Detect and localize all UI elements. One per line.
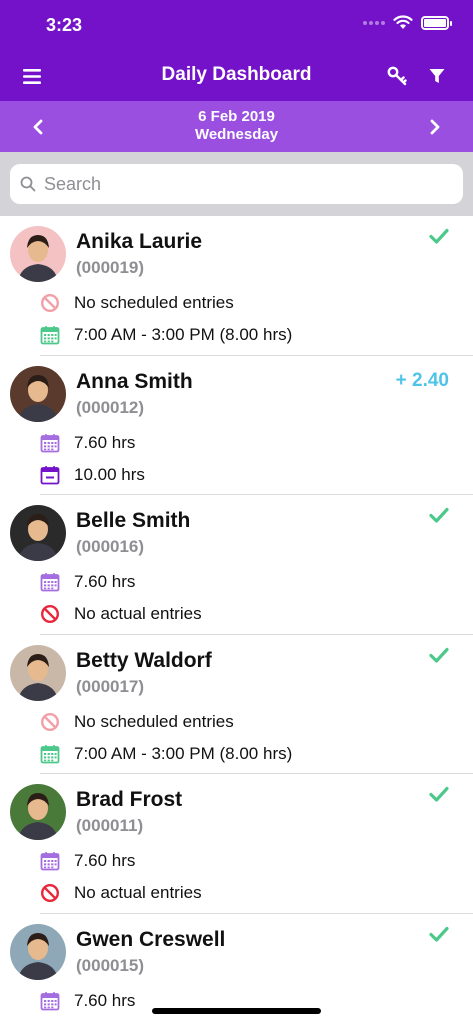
avatar [10,226,66,282]
employee-name: Gwen Creswell [76,927,226,951]
avatar [10,365,66,422]
entry-text: No actual entries [74,604,202,623]
entry-line: 7:00 AM - 3:00 PM (8.00 hrs) [40,324,292,346]
chevron-right-icon [430,119,440,135]
employee-id: (000015) [76,955,145,975]
entry-line: 7.60 hrs [40,432,135,454]
employee-id: (000012) [76,397,145,417]
avatar [10,784,66,840]
calendar-dark-purple-icon [40,465,60,485]
entry-text: No scheduled entries [74,711,234,731]
employee-name: Anna Smith [76,369,193,393]
employee-row[interactable]: Belle Smith (000016) 7.60 hrs No actual … [0,495,473,635]
check-icon [429,507,449,528]
employee-name: Brad Frost [76,788,183,811]
status-time: 3:23 [46,15,83,35]
filter-button[interactable] [421,60,453,92]
avatar [10,923,66,980]
entry-line: 7.60 hrs [40,990,135,1012]
entry-line: No scheduled entries [40,711,234,733]
entry-line: No scheduled entries [40,292,234,314]
entry-text: 7:00 AM - 3:00 PM (8.00 hrs) [74,743,293,763]
entry-line: 7:00 AM - 3:00 PM (8.00 hrs) [40,743,292,765]
calendar-purple-icon [40,572,60,592]
search-bar-container: Search [0,152,473,216]
entry-line: 7.60 hrs [40,571,135,593]
employee-name: Betty Waldorf [76,648,212,672]
check-icon [429,786,449,807]
status-icons [363,15,452,30]
employee-name: Belle Smith [76,509,191,532]
cellular-signal-icon [363,20,385,25]
no-entry-light-icon [40,712,60,732]
no-entry-red-icon [40,883,60,903]
employee-list: Anika Laurie (000019) No scheduled entri… [0,216,473,1024]
calendar-purple-icon [40,991,60,1011]
avatar [10,505,66,561]
filter-icon [429,69,445,83]
no-entry-red-icon [40,604,60,624]
entry-text: 7.60 hrs [74,990,136,1010]
calendar-green-icon [40,744,60,764]
check-icon [429,228,449,249]
entry-line: No actual entries [40,603,202,625]
status-bar: 3:23 [0,0,473,50]
current-date: 6 Feb 2019 [198,108,275,125]
avatar [10,644,66,701]
check-icon [429,647,449,668]
employee-row[interactable]: Brad Frost (000011) 7.60 hrs No actual e… [0,774,473,914]
employee-id: (000019) [76,258,145,277]
entry-text: No scheduled entries [74,293,234,312]
employee-row[interactable]: Anika Laurie (000019) No scheduled entri… [0,216,473,356]
employee-row[interactable]: Anna Smith (000012) + 2.40 7.60 hrs 10.00… [0,356,473,495]
navigation-bar: Daily Dashboard [0,50,473,101]
key-icon [387,66,407,86]
employee-id: (000017) [76,676,145,696]
search-icon [20,176,36,192]
wifi-icon [393,15,413,29]
calendar-purple-icon [40,851,60,871]
date-navigator: 6 Feb 2019 Wednesday [0,101,473,152]
next-day-button[interactable] [423,115,447,139]
employee-id: (000011) [76,816,144,835]
calendar-green-icon [40,325,60,345]
employee-row[interactable]: Betty Waldorf (000017) No scheduled entr… [0,635,473,774]
key-button[interactable] [381,60,413,92]
entry-text: 7.60 hrs [74,851,136,870]
entry-text: No actual entries [74,883,202,902]
current-weekday: Wednesday [194,126,279,143]
previous-day-button[interactable] [26,115,50,139]
calendar-purple-icon [40,433,60,453]
entry-line: 7.60 hrs [40,850,135,872]
entry-line: No actual entries [40,882,202,904]
employee-name: Anika Laurie [76,230,203,253]
overtime-value: + 2.40 [395,369,449,391]
entry-text: 10.00 hrs [74,464,145,484]
chevron-left-icon [33,119,43,135]
home-indicator [152,1008,321,1014]
no-entry-light-icon [40,293,60,313]
entry-text: 7:00 AM - 3:00 PM (8.00 hrs) [74,325,293,344]
search-input[interactable]: Search [10,164,463,204]
entry-line: 10.00 hrs [40,464,145,486]
employee-id: (000016) [76,537,145,556]
entry-text: 7.60 hrs [74,572,136,591]
search-placeholder: Search [44,173,102,194]
entry-text: 7.60 hrs [74,432,136,452]
check-icon [429,926,449,947]
battery-icon [421,15,452,30]
